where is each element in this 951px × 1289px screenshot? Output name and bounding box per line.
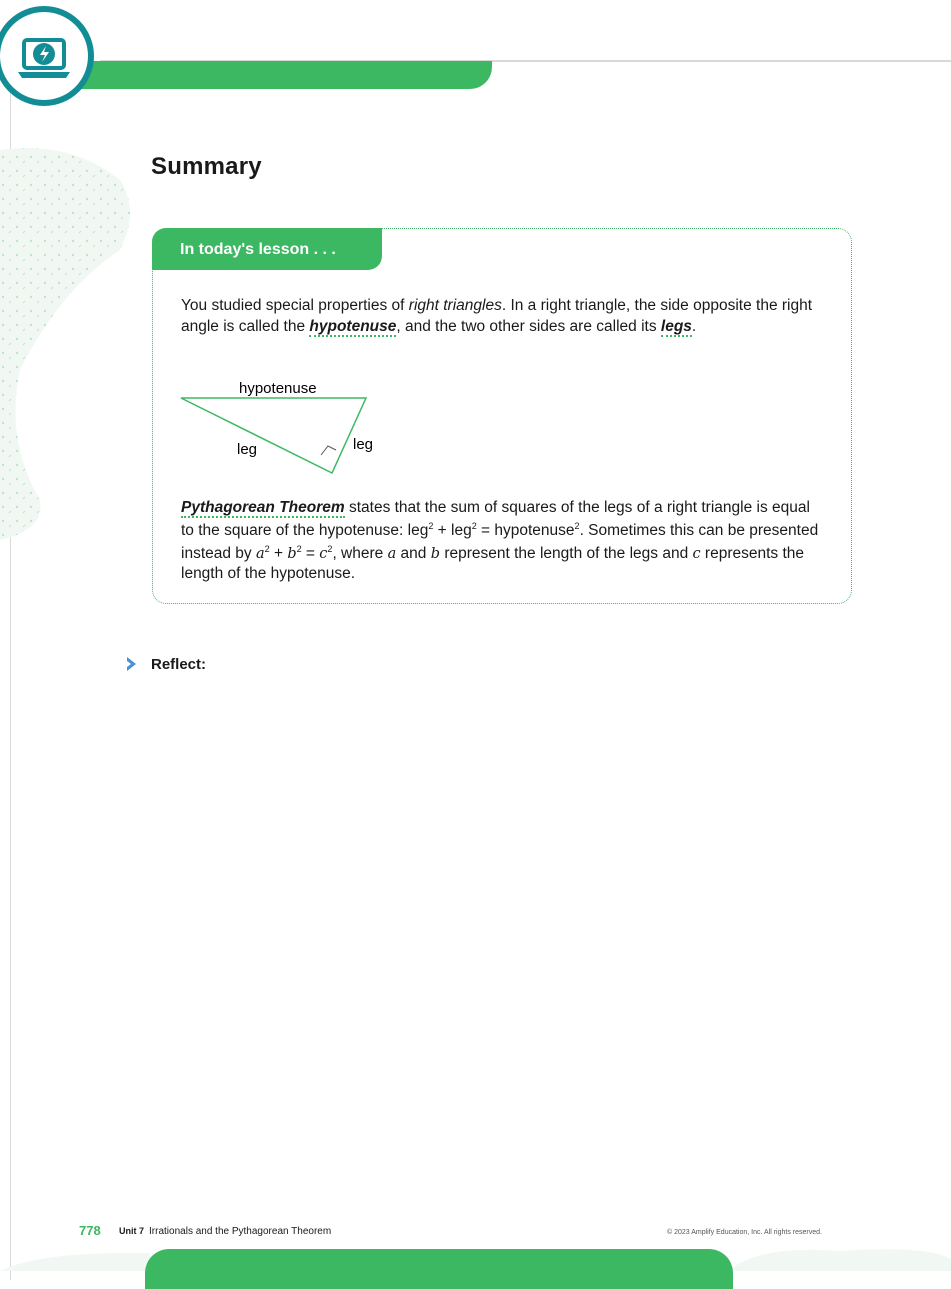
chevron-right-icon xyxy=(127,657,136,671)
decorative-pattern-blob xyxy=(0,148,130,540)
leg-label-left: leg xyxy=(237,441,257,458)
footer-copyright: © 2023 Amplify Education, Inc. All right… xyxy=(667,1229,822,1236)
intro-paragraph: You studied special properties of right … xyxy=(181,297,813,337)
hypotenuse-label: hypotenuse xyxy=(239,380,317,397)
decorative-pattern-bottom-left xyxy=(0,1252,150,1271)
page-number: 778 xyxy=(79,1223,101,1238)
theorem-paragraph: Pythagorean Theorem states that the sum … xyxy=(181,499,819,583)
triangle-shape xyxy=(180,397,368,475)
decorative-pattern-bottom-right xyxy=(728,1249,951,1271)
right-angle-marker xyxy=(320,445,337,456)
footer-band xyxy=(145,1249,733,1289)
leg-label-right: leg xyxy=(353,436,373,453)
laptop-lightning-icon xyxy=(18,38,70,78)
term-pythagorean-theorem[interactable]: Pythagorean Theorem xyxy=(181,499,345,518)
header-band xyxy=(60,61,492,89)
lesson-tab: In today's lesson . . . xyxy=(152,228,382,270)
footer-unit: Unit 7 Irrationals and the Pythagorean T… xyxy=(119,1226,332,1237)
section-title: Summary xyxy=(151,153,262,180)
header-badge xyxy=(0,6,94,106)
term-legs[interactable]: legs xyxy=(660,318,692,337)
reflect-label: Reflect: xyxy=(151,656,207,673)
right-triangle-diagram: hypotenuse leg leg xyxy=(180,380,373,475)
term-hypotenuse[interactable]: hypotenuse xyxy=(309,318,397,337)
